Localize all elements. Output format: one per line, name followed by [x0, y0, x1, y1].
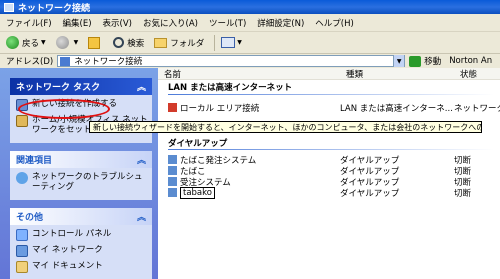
connection-type: LAN または高速インターネ...: [340, 103, 453, 114]
place-my-network-label: マイ ネットワーク: [32, 245, 103, 255]
my-network-icon: [16, 245, 28, 257]
related-title: 関連項目: [16, 156, 53, 166]
place-control-panel-label: コントロール パネル: [32, 229, 112, 239]
task-network-troubleshooting[interactable]: ネットワークのトラブルシューティング: [16, 172, 148, 192]
dialup-connection-icon: [168, 177, 177, 186]
column-name[interactable]: 名前: [158, 68, 340, 80]
connection-status: ネットワーク ケーブル: [454, 103, 500, 114]
window-title: ネットワーク接続: [18, 3, 91, 14]
search-label: 検索: [127, 38, 145, 49]
info-icon: [16, 172, 28, 184]
go-button[interactable]: 移動: [424, 55, 441, 67]
folders-button[interactable]: フォルダ: [154, 37, 204, 49]
related-header[interactable]: 関連項目 ︽: [10, 151, 152, 168]
menu-file[interactable]: ファイル(F): [6, 17, 52, 29]
lan-connection-icon: [168, 103, 177, 112]
place-control-panel[interactable]: コントロール パネル: [16, 229, 148, 241]
network-tasks-header[interactable]: ネットワーク タスク ︽: [10, 78, 152, 95]
back-label: 戻る: [22, 38, 40, 49]
place-my-documents[interactable]: マイ ドキュメント: [16, 261, 148, 273]
menu-bar: ファイル(F) 編集(E) 表示(V) お気に入り(A) ツール(T) 詳細設定…: [0, 14, 500, 32]
menu-advanced[interactable]: 詳細設定(N): [257, 17, 304, 29]
dialup-connection-icon: [168, 188, 177, 197]
menu-favorites[interactable]: お気に入り(A): [143, 17, 198, 29]
toolbar: 戻る ▼ ▼ 検索 フォルダ ▼: [0, 32, 500, 54]
network-tasks-title: ネットワーク タスク: [16, 83, 101, 93]
title-bar: ネットワーク接続: [0, 0, 500, 14]
forward-button[interactable]: ▼: [55, 36, 79, 49]
up-folder-button[interactable]: [88, 36, 103, 49]
connection-type: ダイヤルアップ: [340, 188, 400, 199]
connection-row[interactable]: ローカル エリア接続 LAN または高速インターネ... ネットワーク ケーブル: [158, 102, 500, 114]
group-dialup-header: ダイヤルアップ: [168, 139, 228, 149]
connection-row[interactable]: tabako ダイヤルアップ 切断: [158, 186, 500, 199]
search-button[interactable]: 検索: [113, 37, 144, 49]
home-network-icon: [16, 115, 28, 127]
folders-label: フォルダ: [170, 38, 205, 49]
menu-help[interactable]: ヘルプ(H): [315, 17, 354, 29]
connection-status: 切断: [454, 188, 472, 199]
search-icon: [113, 37, 125, 48]
column-header-row: 名前 種類 状態: [158, 68, 500, 80]
other-places-header[interactable]: その他 ︽: [10, 208, 152, 225]
other-places-panel: その他 ︽ コントロール パネル マイ ネットワーク マイ ドキュメント: [10, 208, 152, 279]
task-network-troubleshooting-label: ネットワークのトラブルシューティング: [32, 172, 143, 192]
folder-icon: [154, 37, 168, 48]
collapse-chevron-icon[interactable]: ︽: [137, 153, 146, 166]
network-connections-icon: [60, 56, 71, 66]
address-label: アドレス(D): [6, 57, 54, 67]
place-my-network[interactable]: マイ ネットワーク: [16, 245, 148, 257]
connection-name: ローカル エリア接続: [180, 103, 260, 114]
rename-input[interactable]: tabako: [180, 186, 215, 199]
views-dropdown-icon[interactable]: ▼: [237, 39, 242, 46]
place-my-documents-label: マイ ドキュメント: [32, 261, 103, 271]
column-status[interactable]: 状態: [454, 68, 500, 80]
tooltip: 新しい接続ウィザードを開始すると、インターネット、ほかのコンピュータ、または会社…: [89, 121, 482, 133]
go-arrow-icon[interactable]: [409, 55, 422, 67]
other-places-title: その他: [16, 213, 44, 223]
connection-row[interactable]: たばこ ダイヤルアップ 切断: [158, 165, 500, 177]
back-dropdown-icon[interactable]: ▼: [41, 39, 46, 46]
views-button[interactable]: ▼: [221, 37, 242, 48]
back-button[interactable]: 戻る ▼: [6, 36, 46, 49]
back-arrow-icon: [6, 36, 19, 49]
dialup-connection-icon: [168, 155, 177, 164]
views-icon: [221, 37, 236, 48]
address-dropdown-icon[interactable]: ▼: [393, 55, 405, 67]
red-highlight-circle: [18, 99, 110, 119]
dialup-connection-icon: [168, 166, 177, 175]
column-type[interactable]: 種類: [340, 68, 454, 80]
up-folder-icon: [88, 36, 101, 49]
my-documents-icon: [16, 261, 28, 273]
group-divider: [168, 149, 494, 150]
norton-toolbar-label[interactable]: Norton An: [449, 56, 492, 66]
forward-arrow-icon: [55, 36, 69, 49]
forward-dropdown-icon[interactable]: ▼: [74, 39, 79, 46]
group-lan-header: LAN または高速インターネット: [168, 83, 293, 93]
control-panel-icon: [16, 229, 28, 241]
address-field[interactable]: ネットワーク接続 ▼: [57, 55, 406, 67]
connection-row[interactable]: 受注システム ダイヤルアップ 切断: [158, 176, 500, 188]
menu-edit[interactable]: 編集(E): [63, 17, 92, 29]
address-value: ネットワーク接続: [74, 57, 143, 67]
related-panel: 関連項目 ︽ ネットワークのトラブルシューティング: [10, 151, 152, 200]
address-bar: アドレス(D) ネットワーク接続 ▼ 移動 Norton An: [0, 54, 500, 68]
group-divider: [168, 94, 494, 95]
collapse-chevron-icon[interactable]: ︽: [137, 210, 146, 223]
collapse-chevron-icon[interactable]: ︽: [137, 80, 146, 93]
toolbar-separator: [214, 34, 216, 51]
menu-tools[interactable]: ツール(T): [209, 17, 246, 29]
menu-view[interactable]: 表示(V): [103, 17, 132, 29]
connections-list: 名前 種類 状態 LAN または高速インターネット ローカル エリア接続 LAN…: [158, 68, 500, 279]
network-connections-icon: [4, 2, 14, 12]
connection-row[interactable]: たばこ発注システム ダイヤルアップ 切断: [158, 154, 500, 166]
